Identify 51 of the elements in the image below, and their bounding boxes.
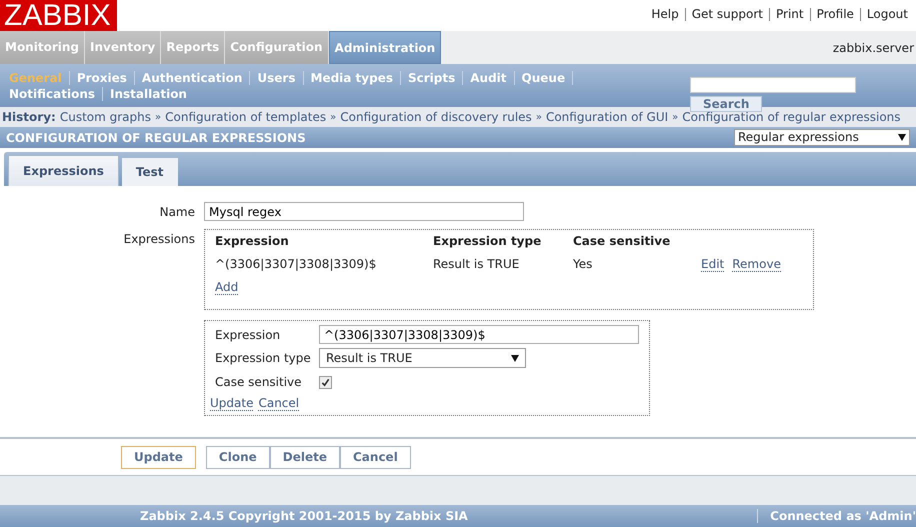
form-button[interactable]: Cancel <box>340 446 411 468</box>
history-link[interactable]: Configuration of regular expressions <box>682 110 901 124</box>
table-cell-text: ^(3306|3307|3308|3309)$ <box>215 257 378 272</box>
column-header: Expression <box>215 234 290 248</box>
history-link[interactable]: Configuration of discovery rules <box>340 110 532 124</box>
column-header: Expression type <box>433 234 542 248</box>
history-link[interactable]: Configuration of GUI <box>546 110 668 124</box>
tab[interactable]: Test <box>122 158 178 186</box>
action-link[interactable]: Remove <box>732 257 781 272</box>
connected-text: Connected as 'Admin' <box>757 509 916 523</box>
caret-icon <box>511 354 519 362</box>
field-label: Expression type <box>215 351 312 365</box>
header-link[interactable]: Profile <box>810 8 860 21</box>
history-link[interactable]: Configuration of templates <box>165 110 326 124</box>
field-label: Expression <box>215 328 282 342</box>
history-label: History: <box>2 110 56 124</box>
separator-icon: » <box>536 112 542 122</box>
name-field[interactable]: Mysql regex <box>204 202 524 221</box>
field-label: Expressions <box>122 231 195 248</box>
history-link[interactable]: Custom graphs <box>60 110 151 124</box>
field-label: Name <box>158 204 195 221</box>
view-select[interactable]: Regular expressions <box>734 129 910 146</box>
form-button[interactable]: Delete <box>270 446 340 468</box>
field-label: Case sensitive <box>215 375 303 389</box>
add-link[interactable]: Add <box>215 280 238 295</box>
separator-icon: » <box>672 112 678 122</box>
expression-field[interactable]: ^(3306|3307|3308|3309)$ <box>319 325 639 344</box>
copyright-text: Zabbix 2.4.5 Copyright 2001-2015 by Zabbix SIA <box>140 509 468 523</box>
tab[interactable]: Expressions <box>8 155 119 186</box>
logo[interactable]: ZABBIX <box>0 0 117 31</box>
search-field[interactable] <box>690 77 856 93</box>
type-select[interactable]: Result is TRUE <box>319 348 526 368</box>
table-cell-text: Yes <box>573 257 594 272</box>
page-title: CONFIGURATION OF REGULAR EXPRESSIONS <box>6 130 306 144</box>
search-button[interactable]: Search <box>690 96 762 112</box>
form-button[interactable]: Update <box>121 446 196 468</box>
server-name: zabbix.server <box>832 40 915 54</box>
table-cell-text: Result is TRUE <box>433 257 520 272</box>
checkbox[interactable] <box>319 376 332 388</box>
header-link[interactable]: Logout <box>860 8 914 21</box>
header-link[interactable]: Print <box>768 8 810 21</box>
separator-icon: » <box>155 112 162 122</box>
column-header: Case sensitive <box>573 234 672 248</box>
separator-icon: » <box>330 112 336 122</box>
header-link[interactable]: Get support <box>684 8 769 21</box>
header-link[interactable]: Help <box>645 8 685 21</box>
action-link[interactable]: Update <box>210 396 254 411</box>
action-link[interactable]: Cancel <box>258 396 300 411</box>
action-link[interactable]: Edit <box>701 257 724 272</box>
caret-icon <box>898 134 906 141</box>
form-button[interactable]: Clone <box>206 446 270 468</box>
